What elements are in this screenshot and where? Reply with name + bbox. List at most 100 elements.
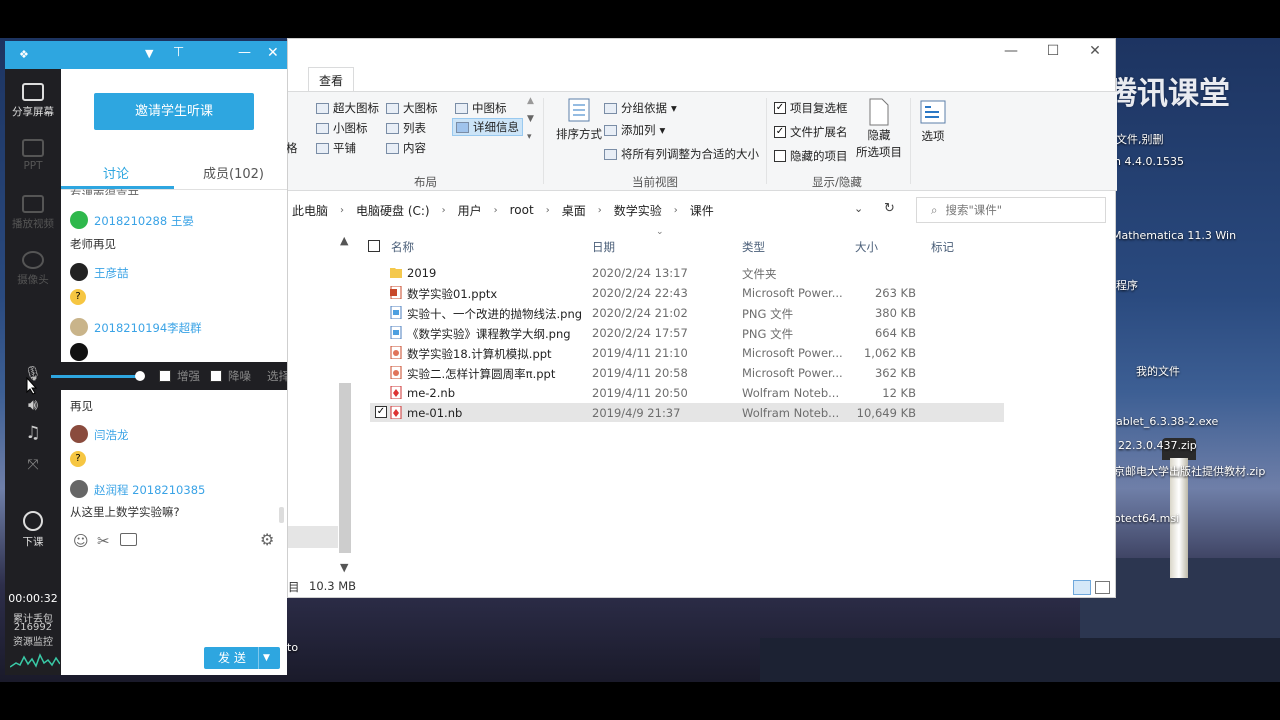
nav-scroll-up-icon[interactable]: ▲ [340,234,348,247]
file-row[interactable]: me-2.nb 2019/4/11 20:50 Wolfram Noteb...… [370,383,1004,402]
mic-volume-slider[interactable] [51,375,141,378]
chat-scrollbar[interactable] [279,507,284,523]
add-columns-button[interactable]: 添加列 ▾ [604,122,665,138]
scroll-down-icon[interactable]: ▼ [527,114,534,124]
send-button[interactable]: 发 送 ▼ [204,647,280,669]
invite-students-button[interactable]: 邀请学生听课 [94,93,254,130]
group-by-button[interactable]: 分组依据 ▾ [604,100,677,116]
select-all-checkbox[interactable] [368,240,380,252]
speaker-icon[interactable]: 🔊︎ [5,395,61,415]
breadcrumb-item[interactable]: 数学实验 [614,202,662,219]
pin-icon[interactable]: ⊤ [173,45,184,60]
file-row[interactable]: 《数学实验》课程教学大纲.png 2020/2/24 17:57 PNG 文件 … [370,323,1004,342]
desktop-icon-label[interactable]: n 4.4.0.1535 [1114,155,1184,168]
scroll-up-icon[interactable]: ▲ [527,96,534,106]
play-video-button[interactable]: 播放视频 [5,195,61,231]
details-layout-icon[interactable] [1073,580,1091,595]
column-header-date[interactable]: 日期 [592,239,615,255]
end-class-button[interactable]: 下课 [5,511,61,549]
column-header-tags[interactable]: 标记 [931,239,954,255]
file-row-selected[interactable]: ✓ me-01.nb 2019/4/9 21:37 Wolfram Noteb.… [370,403,1004,422]
folder-icon [390,268,402,278]
desktop-icon-label[interactable]: 程序 [1116,277,1138,293]
enhance-checkbox[interactable] [159,370,171,382]
fullscreen-icon[interactable]: ⤧ [5,457,61,473]
file-row[interactable]: 实验十、一个改进的抛物线法.png 2020/2/24 21:02 PNG 文件… [370,303,1004,322]
file-extensions-toggle[interactable]: ✓ 文件扩展名 [774,124,848,140]
close-button[interactable]: ✕ [1080,43,1110,59]
view-small-icons[interactable]: 小图标 [316,120,368,136]
column-header-type[interactable]: 类型 [742,239,765,255]
denoise-checkbox[interactable] [210,370,222,382]
size-columns-button[interactable]: 将所有列调整为合适的大小 [604,146,759,162]
nav-pane-selected-item[interactable] [288,526,338,548]
view-list[interactable]: 列表 [386,120,426,136]
dropdown-icon[interactable]: ▼ [145,47,153,60]
view-details[interactable]: 详细信息 [452,118,523,136]
desktop-icon-label[interactable]: 我的文件 [1136,363,1180,379]
chat-sender-name[interactable]: 2018210288 王晏 [94,213,194,229]
chat-sender-name[interactable]: 王彦喆 [94,265,129,281]
breadcrumb-item[interactable]: root [510,203,534,217]
resource-monitor-label[interactable]: 资源监控 [5,633,61,648]
desktop-icon-label[interactable]: 文件,别删 [1116,131,1164,147]
desktop-icon-label[interactable]: otect64.msi [1114,512,1179,525]
desktop-icon-label[interactable]: 京邮电大学出版社提供教材.zip [1114,463,1265,479]
chat-input[interactable] [61,553,287,643]
chat-sender-name[interactable]: 2018210194李超群 [94,320,202,336]
nav-scrollbar-thumb[interactable] [339,383,351,553]
chat-sender-name[interactable]: 闫浩龙 [94,427,129,443]
minimize-icon[interactable]: — [238,45,251,60]
view-large-icons[interactable]: 大图标 [386,100,438,116]
view-medium-icons[interactable]: 中图标 [455,100,507,116]
column-header-name[interactable]: 名称 [391,239,414,255]
share-screen-button[interactable]: 分享屏幕 [5,83,61,119]
minimize-button[interactable]: — [996,43,1026,59]
breadcrumb-item[interactable]: 此电脑 [292,202,328,219]
send-options-dropdown-icon[interactable]: ▼ [263,647,270,669]
settings-gear-icon[interactable]: ⚙ [260,530,274,549]
breadcrumb-item[interactable]: 课件 [690,202,714,219]
hidden-items-toggle[interactable]: 隐藏的项目 [774,148,848,164]
refresh-icon[interactable]: ↻ [884,201,895,216]
breadcrumb-item[interactable]: 桌面 [562,202,586,219]
view-tiles[interactable]: 平铺 [316,140,356,156]
nav-scroll-down-icon[interactable]: ▼ [340,561,348,574]
sort-by-button[interactable]: 排序方式 [556,96,602,142]
camera-button[interactable]: 摄像头 [5,251,61,287]
large-icons-layout-icon[interactable] [1095,581,1110,594]
desktop-icon-label[interactable]: ablet_6.3.38-2.exe [1116,415,1218,428]
search-input[interactable]: ⌕ 搜索"课件" [916,197,1106,223]
view-extra-large-icons[interactable]: 超大图标 [316,100,379,116]
maximize-button[interactable]: ☐ [1038,43,1068,59]
expand-gallery-icon[interactable]: ▾ [527,132,532,142]
row-checkbox-checked-icon[interactable]: ✓ [375,406,387,418]
breadcrumb-item[interactable]: 电脑硬盘 (C:) [356,202,430,219]
tab-members[interactable]: 成员(102) [203,163,264,182]
options-button[interactable]: 选项 [920,100,946,144]
address-dropdown-icon[interactable]: ⌄ [854,202,863,215]
file-row[interactable]: 数学实验01.pptx 2020/2/24 22:43 Microsoft Po… [370,283,1004,302]
tab-view[interactable]: 查看 [308,67,355,93]
hide-selected-button[interactable]: 隐藏 所选项目 [856,98,902,160]
column-header-size[interactable]: 大小 [855,239,878,255]
scissors-icon[interactable]: ✂ [97,532,110,550]
chat-sender-name[interactable]: 赵润程 2018210385 [94,482,205,498]
desktop-icon-label[interactable]: Mathematica 11.3 Win [1112,229,1236,242]
mic-volume-handle[interactable] [135,371,145,381]
tab-discussion[interactable]: 讨论 [103,163,129,182]
breadcrumb-item[interactable]: 用户 [458,202,482,219]
close-icon[interactable]: ✕ [267,45,279,61]
item-checkboxes-toggle[interactable]: ✓ 项目复选框 [774,100,848,116]
breadcrumb[interactable]: 此电脑 › 电脑硬盘 (C:) › 用户 › root › 桌面 › 数学实验 › 课件 [288,197,888,223]
music-icon[interactable]: ♫ [5,423,61,443]
file-row[interactable]: 2019 2020/2/24 13:17 文件夹 [370,263,1004,282]
file-row[interactable]: 实验二.怎样计算圆周率π.ppt 2019/4/11 20:58 Microso… [370,363,1004,382]
image-icon[interactable] [120,533,137,546]
select-device-label[interactable]: 选择 [267,368,287,384]
view-content[interactable]: 内容 [386,140,426,156]
file-row[interactable]: 数学实验18.计算机模拟.ppt 2019/4/11 21:10 Microso… [370,343,1004,362]
desktop-icon-label[interactable]: 22.3.0.437.zip [1118,439,1197,452]
emoji-icon[interactable]: ☺ [73,532,89,550]
ppt-button[interactable]: PPT [5,139,61,172]
